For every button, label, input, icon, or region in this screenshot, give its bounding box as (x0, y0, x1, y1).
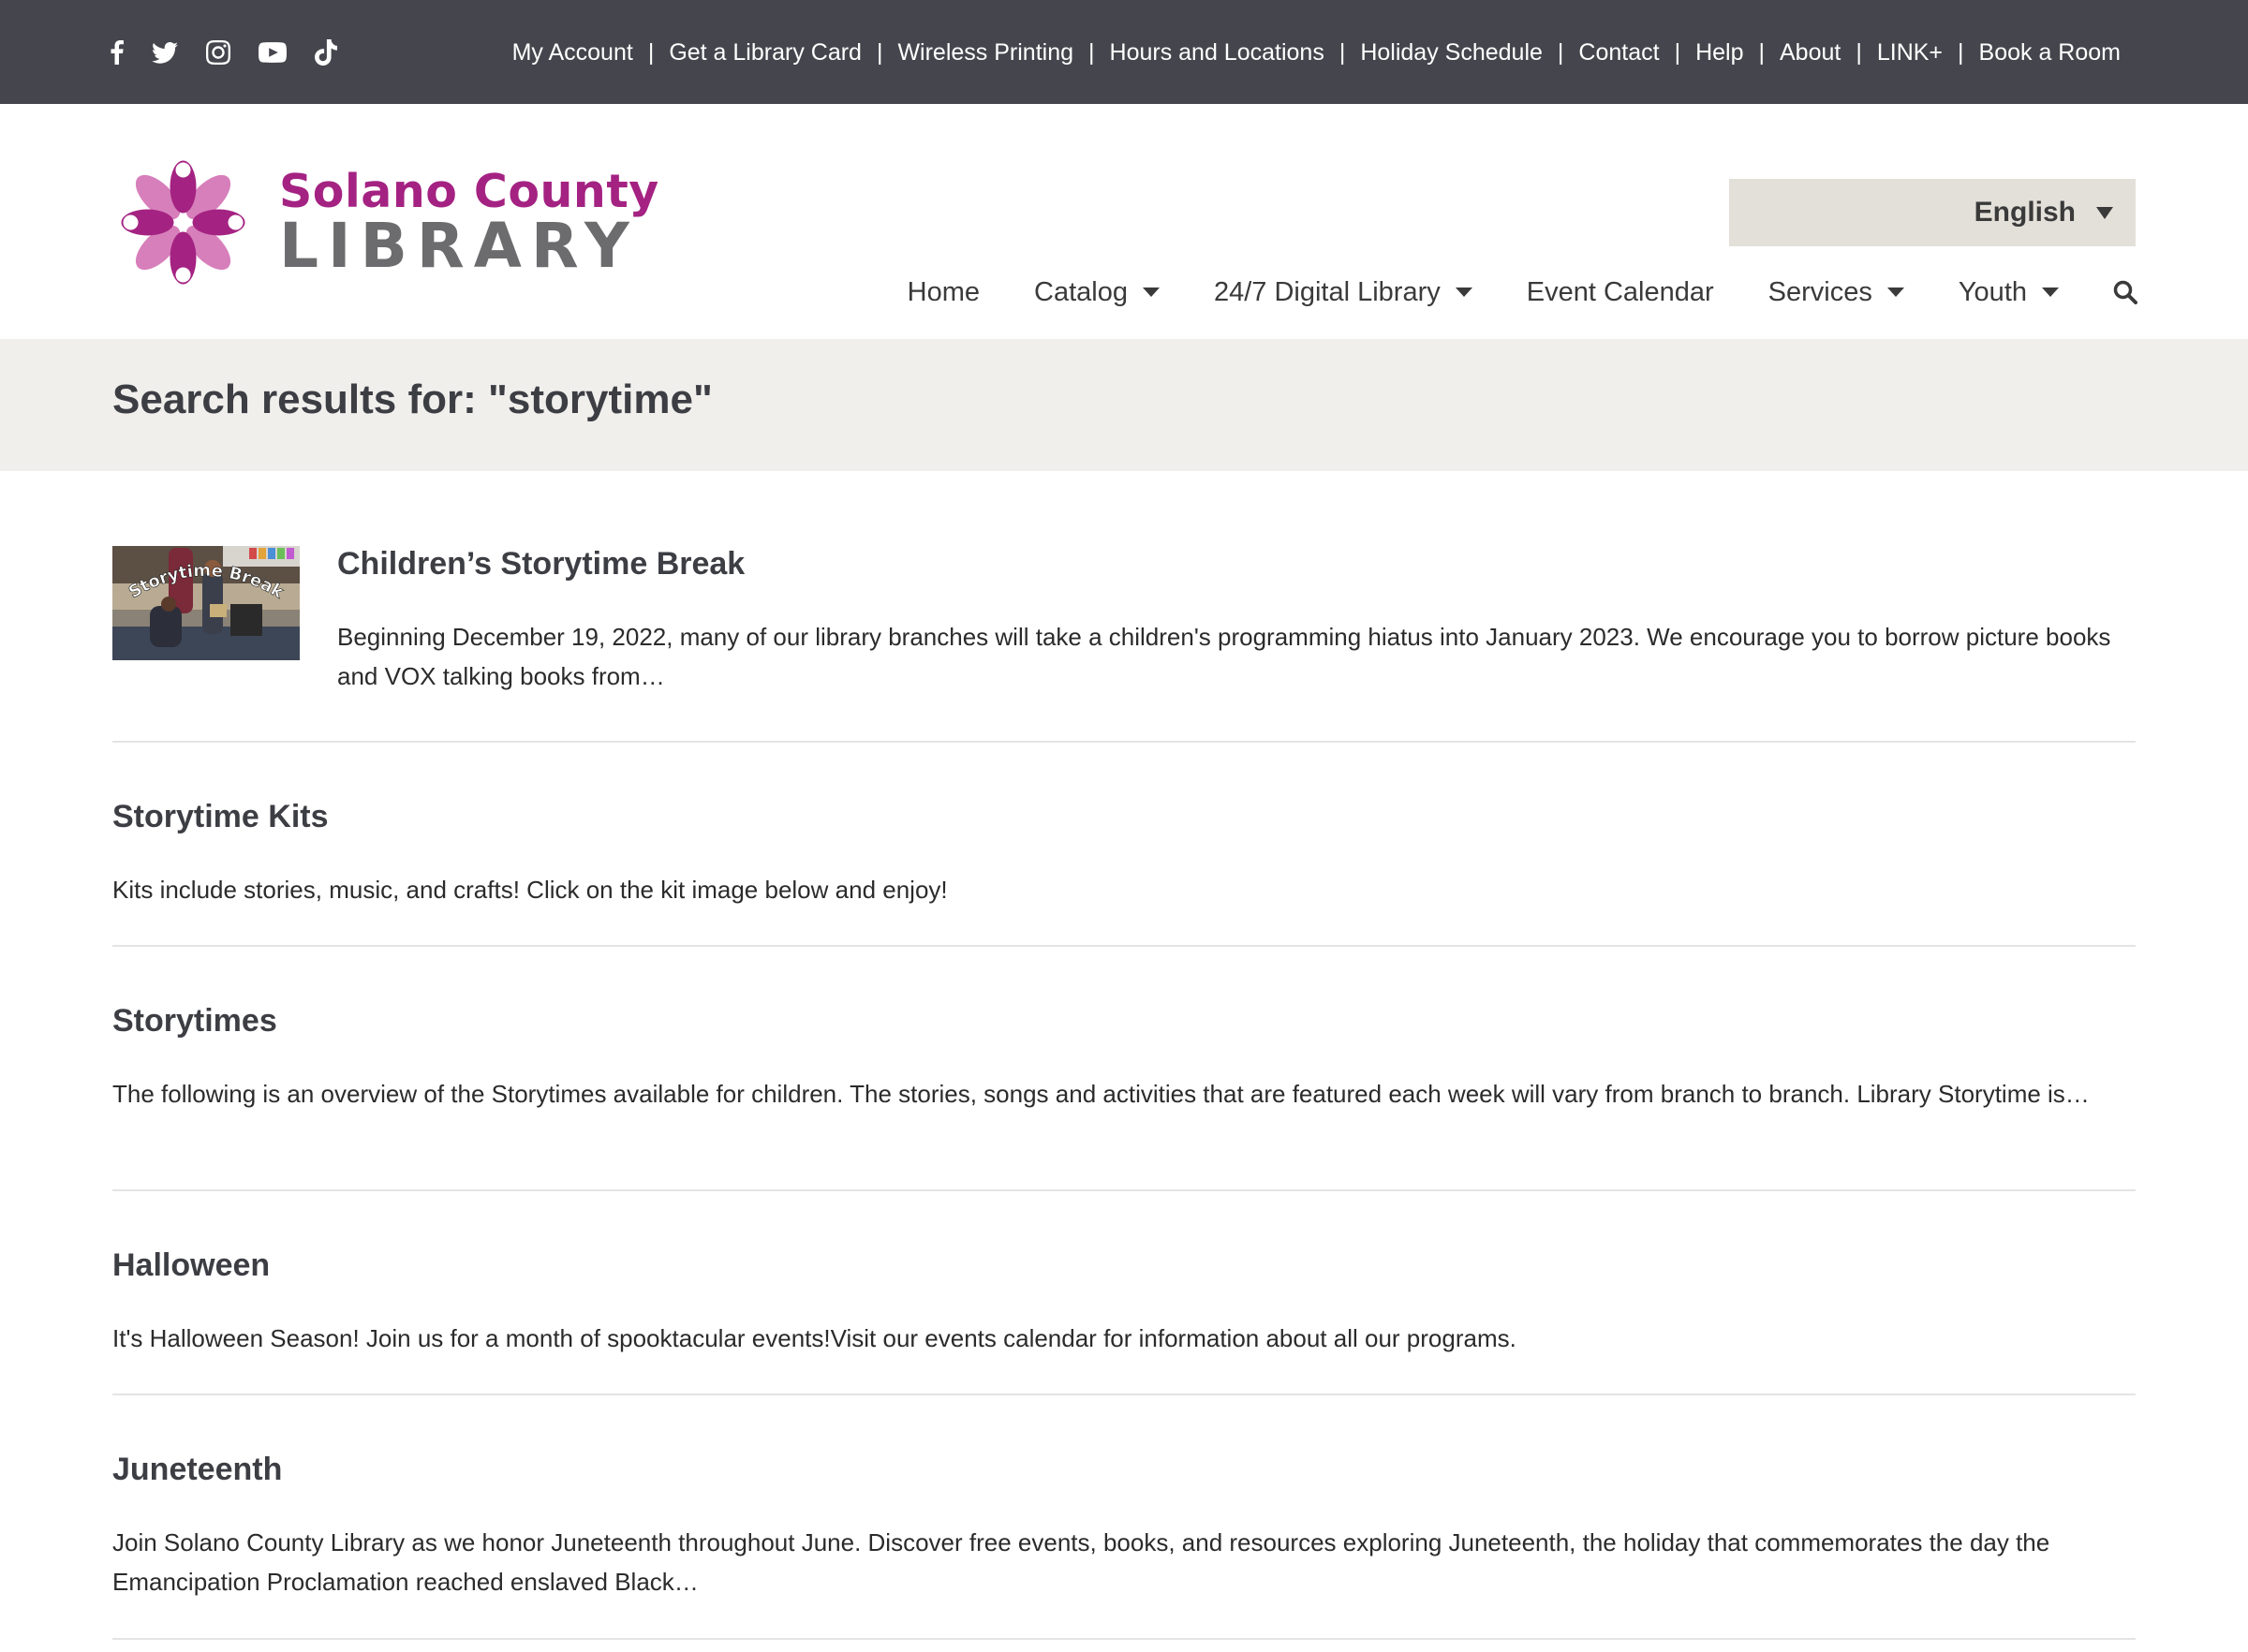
search-result: Storytime Kits Kits include stories, mus… (112, 743, 2136, 947)
nav-item-label: Home (907, 276, 980, 307)
tiktok-icon[interactable] (315, 36, 337, 69)
nav-item-youth[interactable]: Youth (1959, 277, 2059, 308)
page-title: Search results for: "storytime" (112, 376, 713, 422)
twitter-icon[interactable] (152, 36, 178, 69)
logo-emblem-icon (121, 160, 245, 285)
search-icon (2113, 280, 2137, 304)
utility-link-about[interactable]: About (1780, 39, 1841, 66)
result-excerpt: Join Solano County Library as we honor J… (112, 1528, 2050, 1596)
nav-item-label: Services (1767, 276, 1872, 307)
caret-down-icon (2096, 206, 2113, 219)
language-selected: English (1974, 197, 2076, 228)
caret-down-icon (1142, 288, 1160, 297)
utility-link-wireless-printing[interactable]: Wireless Printing (897, 39, 1073, 66)
separator: | (1758, 38, 1766, 66)
facebook-icon[interactable] (111, 36, 124, 69)
separator: | (876, 38, 883, 66)
utility-link-hours-locations[interactable]: Hours and Locations (1110, 39, 1324, 66)
utility-bar: My Account | Get a Library Card | Wirele… (0, 0, 2248, 104)
result-title[interactable]: Halloween (112, 1247, 270, 1284)
utility-link-library-card[interactable]: Get a Library Card (669, 39, 862, 66)
separator: | (1958, 38, 1964, 66)
nav-item-catalog[interactable]: Catalog (1034, 277, 1160, 308)
separator: | (1856, 38, 1862, 66)
search-result: Storytime Break Children’s Storytime Bre… (112, 471, 2136, 743)
nav-item-home[interactable]: Home (908, 277, 980, 308)
social-links (111, 36, 365, 69)
caret-down-icon (1455, 288, 1472, 297)
nav-item-digital-library[interactable]: 24/7 Digital Library (1214, 277, 1472, 308)
nav-item-event-calendar[interactable]: Event Calendar (1527, 277, 1714, 308)
search-result: Juneteenth Join Solano County Library as… (112, 1395, 2136, 1640)
nav-item-label: 24/7 Digital Library (1213, 276, 1441, 307)
result-thumbnail[interactable]: Storytime Break (112, 546, 300, 660)
separator: | (1088, 38, 1095, 66)
utility-link-help[interactable]: Help (1695, 39, 1743, 66)
language-selector[interactable]: English (1729, 179, 2136, 246)
library-logo[interactable]: Solano County LIBRARY (111, 150, 658, 295)
youtube-icon[interactable] (259, 36, 287, 69)
utility-link-holiday-schedule[interactable]: Holiday Schedule (1360, 39, 1543, 66)
result-title[interactable]: Children’s Storytime Break (337, 546, 745, 583)
result-excerpt: It's Halloween Season! Join us for a mon… (112, 1324, 1516, 1352)
search-button[interactable] (2113, 280, 2137, 304)
utility-link-book-room[interactable]: Book a Room (1979, 39, 2121, 66)
result-title[interactable]: Storytimes (112, 1003, 277, 1040)
caret-down-icon (2042, 288, 2059, 297)
nav-item-label: Event Calendar (1526, 276, 1714, 307)
result-excerpt: Kits include stories, music, and crafts!… (112, 876, 948, 904)
nav-item-services[interactable]: Services (1768, 277, 1904, 308)
nav-item-label: Catalog (1034, 276, 1128, 307)
utility-link-linkplus[interactable]: LINK+ (1877, 39, 1943, 66)
search-results-list: Storytime Break Children’s Storytime Bre… (112, 471, 2136, 1640)
utility-nav: My Account | Get a Library Card | Wirele… (512, 34, 2121, 71)
result-title[interactable]: Storytime Kits (112, 799, 329, 835)
separator: | (1557, 38, 1564, 66)
search-result: Storytimes The following is an overview … (112, 947, 2136, 1191)
utility-link-my-account[interactable]: My Account (512, 39, 633, 66)
utility-link-contact[interactable]: Contact (1578, 39, 1659, 66)
search-results-header: Search results for: "storytime" (0, 339, 2248, 471)
result-excerpt: Beginning December 19, 2022, many of our… (337, 623, 2111, 690)
separator: | (647, 38, 655, 66)
result-excerpt: The following is an overview of the Stor… (112, 1080, 2090, 1108)
instagram-icon[interactable] (206, 36, 230, 69)
search-result: Halloween It's Halloween Season! Join us… (112, 1191, 2136, 1395)
thumbnail-caption: Storytime Break (126, 560, 288, 603)
svg-text:Storytime Break: Storytime Break (126, 561, 288, 603)
nav-item-label: Youth (1958, 276, 2027, 307)
main-nav: Home Catalog 24/7 Digital Library Event … (908, 273, 2137, 311)
result-title[interactable]: Juneteenth (112, 1452, 282, 1488)
caret-down-icon (1886, 288, 1904, 297)
separator: | (1338, 38, 1346, 66)
separator: | (1674, 38, 1681, 66)
logo-line-2: LIBRARY (279, 210, 639, 282)
